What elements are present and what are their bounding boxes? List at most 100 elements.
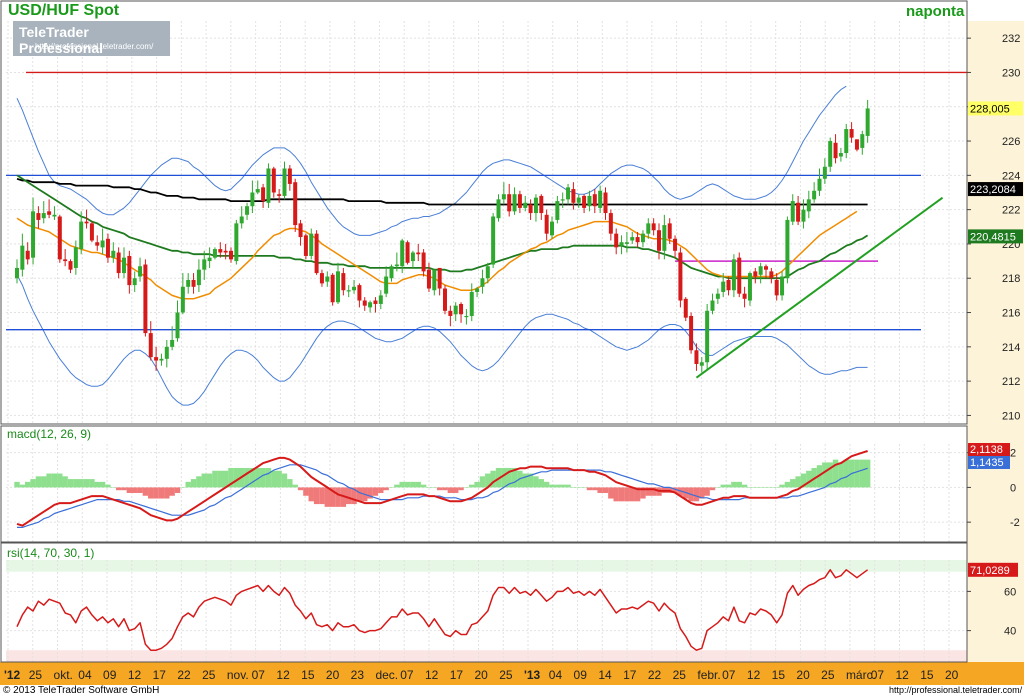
rsi-value-badge: 71,0289 [970, 565, 1010, 577]
macd-histogram-bar [543, 481, 550, 488]
candle-body [560, 199, 565, 201]
macd-histogram-bar [618, 487, 625, 502]
candle-body [255, 189, 260, 193]
candle-body [550, 221, 554, 236]
candle-body [336, 271, 340, 303]
candle-body [533, 197, 538, 214]
macd-histogram-bar [356, 487, 363, 502]
candle-body [378, 295, 383, 304]
chart-window: 210212214216218220222224226228230232228,… [0, 0, 1024, 698]
macd-histogram-bar [436, 487, 443, 491]
candle-body [229, 250, 233, 260]
macd-histogram-bar [741, 484, 748, 488]
candle-body [501, 194, 506, 200]
candle-body [528, 204, 533, 214]
macd-histogram-bar [624, 487, 630, 502]
macd-histogram-bar [795, 476, 801, 488]
macd-histogram-bar [148, 487, 154, 499]
candle-body [325, 276, 330, 282]
macd-histogram-bar [522, 473, 528, 488]
macd-histogram-bar [420, 484, 427, 488]
candle-body [619, 242, 624, 246]
candle-body [448, 310, 453, 316]
macd-histogram-bar [693, 487, 700, 502]
teletrader-logo: TeleTrader Professional http://professio… [13, 21, 170, 56]
candle-body [330, 274, 335, 303]
macd-histogram-bar [576, 487, 582, 488]
macd-histogram-bar [859, 459, 865, 488]
macd-histogram-bar [736, 481, 742, 488]
macd-histogram-bar [25, 481, 31, 488]
candle-body [293, 182, 298, 226]
x-tick-label: okt. [54, 668, 73, 682]
candle-body [624, 242, 629, 244]
candle-body [309, 233, 314, 256]
logo-url: http://professional.teletrader.com/ [35, 42, 154, 51]
price-y-tick-label: 212 [1002, 376, 1020, 388]
macd-histogram-bar [57, 473, 63, 488]
rsi-overbought-zone [6, 560, 967, 572]
candle-body [785, 219, 790, 279]
candle-body [89, 223, 94, 241]
candle-body [587, 195, 592, 207]
macd-histogram-bar [308, 487, 314, 502]
macd-histogram-bar [838, 462, 844, 488]
candle-body [485, 266, 490, 279]
candle-body [854, 139, 859, 150]
x-tick-label: 17 [153, 668, 167, 682]
macd-histogram-bar [201, 473, 207, 488]
price-y-tick-label: 218 [1002, 273, 1020, 285]
price-y-tick-label: 216 [1002, 308, 1020, 320]
candle-body [250, 192, 255, 207]
price-y-tick-label: 226 [1002, 136, 1020, 148]
rsi-title: rsi(14, 70, 30, 1) [7, 546, 94, 560]
macd-histogram-bar [757, 487, 764, 488]
macd-value-badge: 2,1138 [970, 444, 1003, 456]
candle-body [314, 233, 319, 274]
macd-histogram-bar [271, 470, 277, 488]
candle-body [747, 273, 752, 301]
x-tick-label: 20 [326, 668, 340, 682]
macd-histogram-bar [110, 487, 116, 488]
x-tick-label: 12 [425, 668, 439, 682]
rsi-oversold-zone [6, 650, 967, 662]
candle-body [774, 279, 779, 296]
period-label: naponta [906, 3, 965, 20]
candle-body [287, 168, 292, 184]
candle-body [223, 250, 228, 253]
macd-histogram-bar [105, 484, 111, 488]
candle-body [726, 279, 731, 291]
macd-histogram-bar [560, 484, 566, 488]
candle-body [790, 201, 795, 222]
candle-body [170, 339, 175, 347]
candle-body [683, 298, 688, 318]
candle-body [630, 237, 635, 241]
x-tick-label: nov. [227, 668, 249, 682]
macd-y-tick-label: -2 [1010, 517, 1020, 529]
x-tick-label: febr. [697, 668, 720, 682]
x-tick-label: 20 [475, 668, 489, 682]
candle-body [207, 257, 212, 262]
copyright-text: © 2013 TeleTrader Software GmbH [3, 685, 160, 696]
macd-histogram-bar [62, 476, 68, 488]
chart-title: USD/HUF Spot [8, 2, 120, 19]
candle-body [705, 310, 710, 363]
candle-body [282, 168, 287, 196]
candle-body [186, 279, 191, 287]
candle-body [796, 202, 801, 222]
candle-body [603, 192, 608, 214]
candle-body [640, 233, 645, 243]
x-tick-label: 17 [450, 668, 464, 682]
candle-body [127, 255, 132, 286]
candle-body [36, 213, 41, 220]
candle-body [239, 216, 244, 224]
macd-histogram-bar [790, 479, 796, 488]
candle-body [469, 291, 474, 316]
macd-histogram-bar [768, 487, 775, 488]
macd-histogram-bar [864, 459, 871, 488]
signal-value-badge: 1,1435 [970, 457, 1004, 469]
candle-body [41, 213, 46, 219]
x-tick-label: 09 [103, 668, 117, 682]
candle-body [132, 278, 137, 286]
macd-histogram-bar [538, 479, 544, 488]
